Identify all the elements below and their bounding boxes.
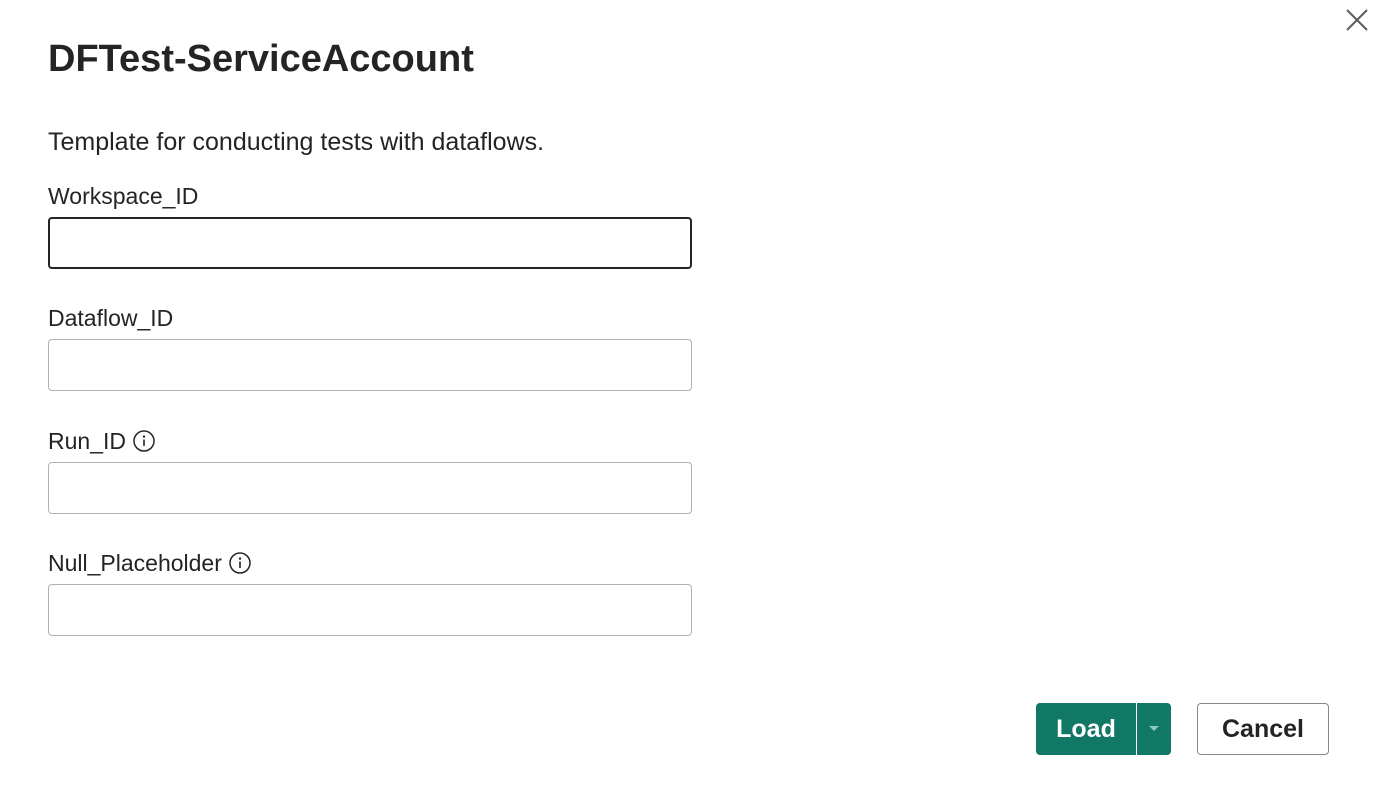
null-placeholder-input[interactable] [48,584,692,636]
dialog: DFTest-ServiceAccount Template for condu… [0,0,1382,794]
close-button[interactable] [1336,0,1378,40]
caret-down-icon [1149,726,1159,731]
load-split-button: Load [1036,703,1171,755]
workspace-id-field: Workspace_ID [48,181,692,269]
dataflow-id-input[interactable] [48,339,692,391]
null-placeholder-label: Null_Placeholder [48,549,222,576]
run-id-field: Run_ID [48,426,692,514]
dataflow-id-label-row: Dataflow_ID [48,303,692,333]
run-id-label-row: Run_ID [48,426,692,456]
load-dropdown-button[interactable] [1137,703,1171,755]
workspace-id-label-row: Workspace_ID [48,181,692,211]
dataflow-id-label: Dataflow_ID [48,304,174,331]
workspace-id-input[interactable] [48,217,692,269]
null-placeholder-label-row: Null_Placeholder [48,548,692,578]
close-icon [1346,9,1368,31]
load-button[interactable]: Load [1036,703,1136,755]
info-icon[interactable] [228,551,252,575]
cancel-button[interactable]: Cancel [1197,703,1329,755]
run-id-input[interactable] [48,462,692,514]
dataflow-id-field: Dataflow_ID [48,303,692,391]
dialog-title: DFTest-ServiceAccount [48,38,474,80]
dialog-description: Template for conducting tests with dataf… [48,128,545,156]
null-placeholder-field: Null_Placeholder [48,548,692,636]
run-id-label: Run_ID [48,427,126,454]
workspace-id-label: Workspace_ID [48,182,199,209]
info-icon[interactable] [132,429,156,453]
